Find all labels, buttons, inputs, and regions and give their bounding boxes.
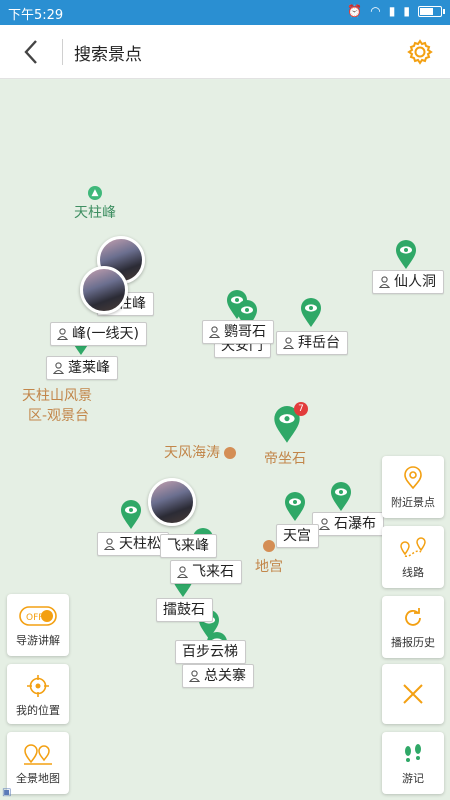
person-icon [57, 328, 68, 340]
top-bar: 搜索景点 [0, 25, 450, 79]
region-tianfenghaitao: 天风海涛 [164, 442, 236, 462]
route-button[interactable]: 线路 [382, 526, 444, 588]
back-button[interactable] [14, 35, 48, 69]
spot-label-feilaishi[interactable]: 飞来石 [170, 560, 242, 584]
button-label: 播报历史 [391, 636, 435, 649]
spot-name: 飞来石 [192, 564, 234, 580]
mountain-icon: ▲ [88, 186, 102, 200]
gear-icon [407, 39, 433, 65]
person-icon [283, 337, 294, 349]
broadcast-history-button[interactable]: 播报历史 [382, 596, 444, 658]
eye-pin-icon[interactable] [120, 500, 142, 530]
button-label: 我的位置 [16, 704, 60, 717]
spot-name: 拜岳台 [298, 335, 340, 351]
spot-label-baiyuetai[interactable]: 拜岳台 [276, 331, 348, 355]
region-label-line1: 天柱山风景 [22, 388, 92, 404]
toggle-off-icon: OFF [19, 606, 57, 626]
eye-pin-icon[interactable] [330, 482, 352, 512]
person-icon [319, 518, 330, 530]
wifi-icon: ◠ [370, 4, 381, 18]
eye-pin-icon[interactable] [284, 492, 306, 522]
person-icon [104, 538, 115, 550]
route-icon [400, 537, 426, 557]
spot-label-feilaifeng[interactable]: 飞来峰 [160, 534, 217, 558]
close-button[interactable] [382, 664, 444, 724]
hostel-icon [224, 447, 236, 459]
map-attribution-icon: ▣ [2, 787, 12, 798]
nearby-spots-button[interactable]: 附近景点 [382, 456, 444, 518]
eye-pin-icon[interactable] [300, 298, 322, 328]
region-viewpoint: 天柱山风景 区-观景台 [22, 386, 92, 426]
refresh-icon [405, 608, 421, 626]
spot-label-zongguanzhai[interactable]: 总关寨 [182, 664, 254, 688]
button-label: 附近景点 [391, 496, 435, 509]
region-label: 天风海涛 [164, 445, 220, 461]
spot-name: 百步云梯 [182, 644, 238, 660]
footprints-icon [405, 744, 421, 762]
spot-label-leigushi[interactable]: 擂鼓石 [156, 598, 213, 622]
button-label: 游记 [402, 772, 424, 785]
eye-pin-icon[interactable]: 7 [272, 402, 308, 444]
spot-name: 峰(一线天) [72, 326, 139, 342]
travel-notes-button[interactable]: 游记 [382, 732, 444, 794]
button-label: 全景地图 [16, 772, 60, 785]
spot-label-yixiantian[interactable]: 峰(一线天) [50, 322, 147, 346]
spot-label-yingeshi[interactable]: 鹦哥石 [202, 320, 274, 344]
region-label: 天柱峰 [74, 205, 116, 221]
header-divider [62, 39, 63, 65]
region-label-line2: 区-观景台 [28, 408, 90, 424]
spot-label-xianrendong[interactable]: 仙人洞 [372, 270, 444, 294]
person-icon [209, 326, 220, 338]
region-label: 帝坐石 [264, 451, 306, 467]
settings-button[interactable] [406, 38, 434, 66]
region-label: 地宫 [255, 559, 283, 575]
scenic-map[interactable]: ▲ 天柱峰 天柱山风景 区-观景台 天风海涛 帝坐石 地宫 7 仙人洞 天柱峰 … [0, 80, 450, 800]
person-icon [177, 566, 188, 578]
spot-label-penglaifeng[interactable]: 蓬莱峰 [46, 356, 118, 380]
close-icon [403, 684, 423, 704]
chevron-left-icon [24, 40, 37, 64]
button-label: 导游讲解 [16, 634, 60, 647]
svg-text:OFF: OFF [26, 613, 43, 623]
person-icon [189, 670, 200, 682]
spot-name: 天宫 [283, 528, 311, 544]
spot-name: 天柱松 [119, 536, 161, 552]
spot-name: 鹦哥石 [224, 324, 266, 340]
eye-pin-icon[interactable] [395, 240, 417, 270]
spot-label-baibuyunti[interactable]: 百步云梯 [175, 640, 246, 664]
full-map-button[interactable]: 全景地图 [7, 732, 69, 794]
status-bar: 下午5:29 ⏰ ◠ ▮ ▮ [0, 0, 450, 25]
location-pin-icon [404, 466, 422, 490]
spot-label-shipubu[interactable]: 石瀑布 [312, 512, 384, 536]
region-dizuoshi: 帝坐石 [264, 448, 306, 468]
guide-narration-button[interactable]: OFF 导游讲解 [7, 594, 69, 656]
spot-name: 石瀑布 [334, 516, 376, 532]
alarm-icon: ⏰ [347, 4, 363, 18]
count-badge: 7 [294, 402, 308, 416]
spot-photo[interactable] [80, 266, 128, 314]
hostel-icon [263, 540, 275, 552]
map-pins-icon [24, 744, 52, 765]
spot-name: 总关寨 [204, 668, 246, 684]
my-location-button[interactable]: 我的位置 [7, 664, 69, 724]
spot-label-tiangong[interactable]: 天宫 [276, 524, 319, 548]
spot-photo[interactable] [148, 478, 196, 526]
person-icon [379, 276, 390, 288]
spot-name: 蓬莱峰 [68, 360, 110, 376]
search-field[interactable]: 搜索景点 [74, 40, 142, 65]
person-icon [53, 362, 64, 374]
signal-icon: ▮ [388, 4, 396, 18]
region-tianzhufeng: ▲ 天柱峰 [74, 186, 116, 222]
status-time: 下午5:29 [8, 8, 64, 23]
button-label: 线路 [402, 566, 424, 579]
spot-name: 仙人洞 [394, 274, 436, 290]
crosshair-icon [27, 675, 49, 697]
status-icons: ⏰ ◠ ▮ ▮ [347, 4, 445, 18]
spot-label-tianzhusong[interactable]: 天柱松 [97, 532, 169, 556]
signal-icon-2: ▮ [403, 4, 410, 18]
battery-icon [418, 5, 445, 17]
spot-name: 擂鼓石 [163, 602, 205, 618]
spot-name: 飞来峰 [167, 538, 209, 554]
